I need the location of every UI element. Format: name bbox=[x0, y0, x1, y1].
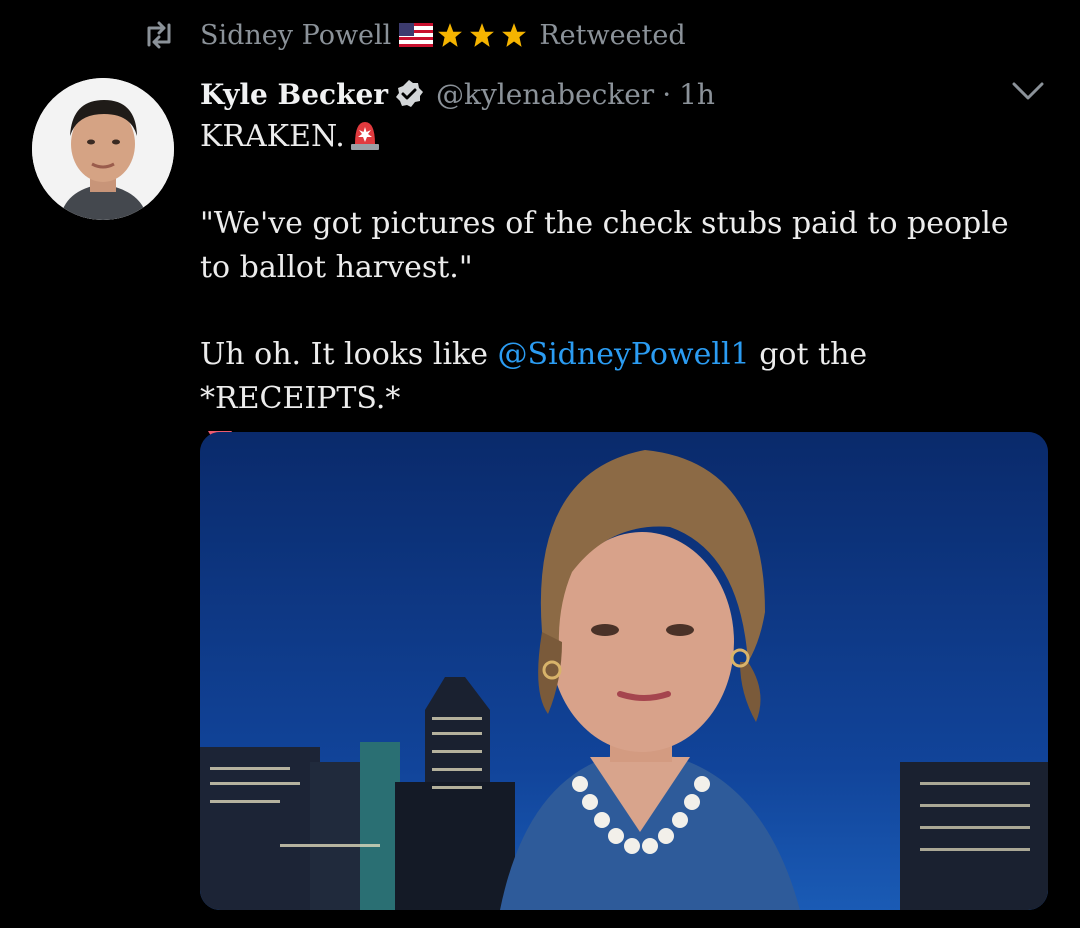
mention-link[interactable]: @SidneyPowell1 bbox=[498, 337, 750, 372]
author-display-name[interactable]: Kyle Becker bbox=[200, 78, 388, 111]
tweet-line-kraken: KRAKEN. bbox=[200, 115, 1040, 159]
avatar[interactable] bbox=[32, 78, 174, 220]
us-flag-emoji bbox=[399, 23, 434, 47]
tweet-timestamp[interactable]: 1h bbox=[679, 78, 715, 111]
verified-badge-icon bbox=[396, 80, 424, 107]
tweet-quote: "We've got pictures of the check stubs p… bbox=[200, 206, 1009, 285]
star-emoji bbox=[470, 23, 495, 47]
retweeted-label: Retweeted bbox=[539, 19, 686, 51]
tweet-line-receipts: Uh oh. It looks like @SidneyPowell1 got … bbox=[200, 337, 868, 416]
separator-dot: · bbox=[662, 77, 672, 111]
retweeter-name[interactable]: Sidney Powell bbox=[200, 20, 391, 51]
tweet-body: KRAKEN. "We've got pictures of the check… bbox=[200, 115, 1040, 453]
tweet-header: Kyle Becker @kylenabecker · 1h bbox=[200, 72, 715, 116]
retweet-context[interactable]: Sidney Powell Retweeted bbox=[142, 16, 686, 54]
retweet-icon bbox=[147, 21, 171, 49]
news-interview-photo bbox=[200, 432, 1048, 910]
star-emoji bbox=[502, 23, 527, 47]
star-emoji bbox=[438, 23, 463, 47]
author-handle[interactable]: @kylenabecker bbox=[436, 78, 654, 111]
police-light-emoji bbox=[350, 122, 379, 150]
tweet-media-image[interactable] bbox=[200, 432, 1048, 910]
chevron-down-icon[interactable] bbox=[1010, 78, 1046, 104]
